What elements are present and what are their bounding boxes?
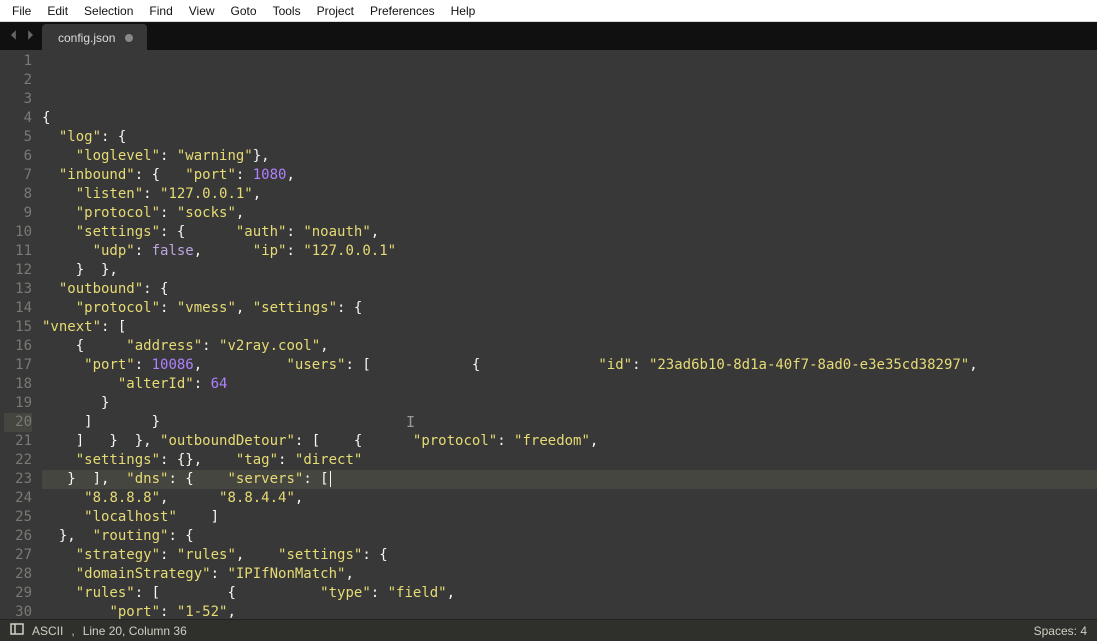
line-number: 21 (4, 432, 32, 451)
code-line[interactable]: "loglevel": "warning"}, (42, 147, 1097, 166)
code-line[interactable]: "strategy": "rules", "settings": { (42, 546, 1097, 565)
line-number: 17 (4, 356, 32, 375)
line-number: 7 (4, 166, 32, 185)
code-line[interactable]: } ], "dns": { "servers": [ (42, 470, 1097, 489)
caret (330, 471, 331, 487)
menu-file[interactable]: File (4, 2, 39, 20)
line-number: 8 (4, 185, 32, 204)
code-line[interactable]: "inbound": { "port": 1080, (42, 166, 1097, 185)
panel-toggle-icon[interactable] (10, 622, 24, 639)
tab-filename: config.json (58, 31, 115, 45)
status-encoding[interactable]: ASCII (32, 624, 63, 638)
menu-find[interactable]: Find (141, 2, 180, 20)
code-line[interactable]: "protocol": "socks", (42, 204, 1097, 223)
code-line[interactable]: "udp": false, "ip": "127.0.0.1" (42, 242, 1097, 261)
menu-goto[interactable]: Goto (223, 2, 265, 20)
line-number: 23 (4, 470, 32, 489)
line-number: 20 (4, 413, 32, 432)
menu-selection[interactable]: Selection (76, 2, 141, 20)
code-line[interactable]: ] } }, "outboundDetour": [ { "protocol":… (42, 432, 1097, 451)
tab-strip: config.json (0, 22, 1097, 50)
line-number: 13 (4, 280, 32, 299)
code-line[interactable]: "settings": { "auth": "noauth", (42, 223, 1097, 242)
status-cursor-pos[interactable]: Line 20, Column 36 (83, 624, 187, 638)
code-area[interactable]: I { "log": { "loglevel": "warning"}, "in… (42, 50, 1097, 619)
menu-view[interactable]: View (181, 2, 223, 20)
editor-pane[interactable]: 1234567891011121314151617181920212223242… (0, 50, 1097, 619)
tab-config-json[interactable]: config.json (42, 24, 147, 50)
code-line[interactable]: } (42, 394, 1097, 413)
line-number: 14 (4, 299, 32, 318)
code-line[interactable]: "8.8.8.8", "8.8.4.4", (42, 489, 1097, 508)
code-line[interactable]: { "address": "v2ray.cool", (42, 337, 1097, 356)
code-line[interactable]: "rules": [ { "type": "field", (42, 584, 1097, 603)
line-number: 25 (4, 508, 32, 527)
line-number: 4 (4, 109, 32, 128)
line-number: 24 (4, 489, 32, 508)
status-separator: , (71, 624, 74, 638)
line-number: 9 (4, 204, 32, 223)
code-line[interactable]: "log": { (42, 128, 1097, 147)
line-number: 15 (4, 318, 32, 337)
code-line[interactable]: "vnext": [ (42, 318, 1097, 337)
line-number: 28 (4, 565, 32, 584)
line-number: 16 (4, 337, 32, 356)
line-number: 11 (4, 242, 32, 261)
line-number: 1 (4, 52, 32, 71)
menu-tools[interactable]: Tools (265, 2, 309, 20)
code-line[interactable]: "outbound": { (42, 280, 1097, 299)
code-line[interactable]: "port": "1-52", (42, 603, 1097, 619)
menu-help[interactable]: Help (443, 2, 484, 20)
menu-edit[interactable]: Edit (39, 2, 76, 20)
line-number: 30 (4, 603, 32, 619)
code-line[interactable]: } }, (42, 261, 1097, 280)
code-line[interactable]: "domainStrategy": "IPIfNonMatch", (42, 565, 1097, 584)
code-line[interactable]: ] } (42, 413, 1097, 432)
code-line[interactable]: "protocol": "vmess", "settings": { (42, 299, 1097, 318)
line-number: 3 (4, 90, 32, 109)
dirty-indicator-icon (125, 34, 133, 42)
line-number: 10 (4, 223, 32, 242)
line-number: 6 (4, 147, 32, 166)
nav-back-forward (8, 22, 42, 50)
nav-back-icon[interactable] (8, 29, 20, 44)
code-line[interactable]: "port": 10086, "users": [ { "id": "23ad6… (42, 356, 1097, 375)
menu-preferences[interactable]: Preferences (362, 2, 443, 20)
code-line[interactable]: "localhost" ] (42, 508, 1097, 527)
status-indent[interactable]: Spaces: 4 (1034, 624, 1087, 638)
code-line[interactable]: "alterId": 64 (42, 375, 1097, 394)
line-number: 5 (4, 128, 32, 147)
line-number: 19 (4, 394, 32, 413)
line-number: 22 (4, 451, 32, 470)
code-line[interactable]: }, "routing": { (42, 527, 1097, 546)
nav-forward-icon[interactable] (24, 29, 36, 44)
code-line[interactable]: "settings": {}, "tag": "direct" (42, 451, 1097, 470)
line-number: 29 (4, 584, 32, 603)
code-line[interactable]: { (42, 109, 1097, 128)
line-number: 18 (4, 375, 32, 394)
line-number: 2 (4, 71, 32, 90)
status-bar: ASCII , Line 20, Column 36 Spaces: 4 (0, 619, 1097, 641)
line-number: 12 (4, 261, 32, 280)
menu-project[interactable]: Project (309, 2, 362, 20)
line-number: 26 (4, 527, 32, 546)
line-number: 27 (4, 546, 32, 565)
line-number-gutter: 1234567891011121314151617181920212223242… (0, 50, 42, 619)
menu-bar: FileEditSelectionFindViewGotoToolsProjec… (0, 0, 1097, 22)
code-line[interactable]: "listen": "127.0.0.1", (42, 185, 1097, 204)
